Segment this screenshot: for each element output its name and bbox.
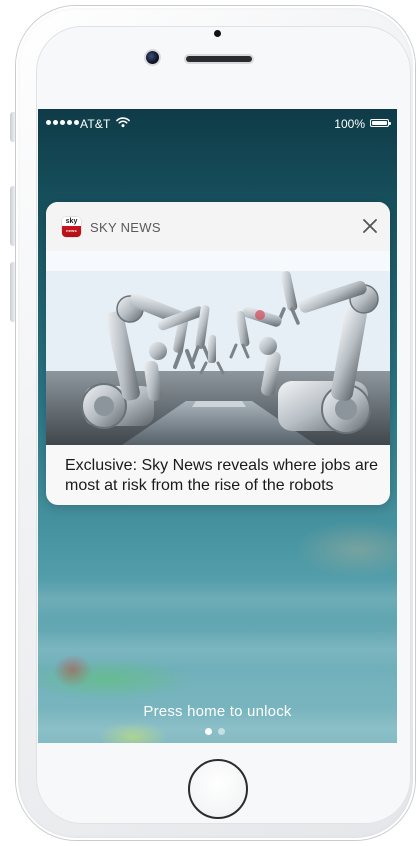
- notification-message: Exclusive: Sky News reveals where jobs a…: [65, 457, 379, 494]
- wifi-icon: [116, 117, 130, 128]
- lock-screen: AT&T 100% sky news SKY NEWS Exclusive: S…: [38, 109, 397, 743]
- home-button[interactable]: [188, 759, 248, 819]
- notification-card[interactable]: sky news SKY NEWS Exclusive: Sky News re…: [46, 202, 390, 505]
- notification-header: sky news SKY NEWS: [46, 202, 390, 251]
- battery-fill: [372, 121, 387, 125]
- proximity-sensor: [214, 30, 221, 37]
- volume-down-button: [10, 262, 15, 322]
- front-camera: [146, 51, 159, 64]
- app-icon-bottom-text: news: [66, 228, 77, 233]
- earpiece-speaker: [186, 56, 252, 62]
- unlock-hint: Press home to unlock: [143, 703, 292, 720]
- carrier-name: AT&T: [80, 117, 111, 131]
- page-dot-inactive[interactable]: [218, 728, 225, 735]
- close-icon[interactable]: [363, 219, 377, 233]
- page-dot-active[interactable]: [205, 728, 212, 735]
- battery-percentage: 100%: [334, 117, 365, 131]
- mute-switch: [10, 112, 15, 142]
- volume-up-button: [10, 186, 15, 246]
- page-indicator[interactable]: [205, 728, 225, 735]
- robot-arms-image[interactable]: [46, 251, 390, 445]
- background-blur-band: [38, 629, 397, 669]
- close-button[interactable]: [358, 214, 382, 238]
- signal-strength-icon: [46, 120, 79, 125]
- battery-icon: [370, 119, 391, 127]
- status-bar: AT&T 100%: [38, 109, 397, 139]
- app-icon-top-text: sky: [65, 218, 78, 225]
- sky-news-icon: sky news: [62, 217, 81, 237]
- app-name: SKY NEWS: [90, 220, 161, 235]
- background-blur-band: [38, 579, 397, 619]
- device-mockup: AT&T 100% sky news SKY NEWS Exclusive: S…: [0, 0, 419, 846]
